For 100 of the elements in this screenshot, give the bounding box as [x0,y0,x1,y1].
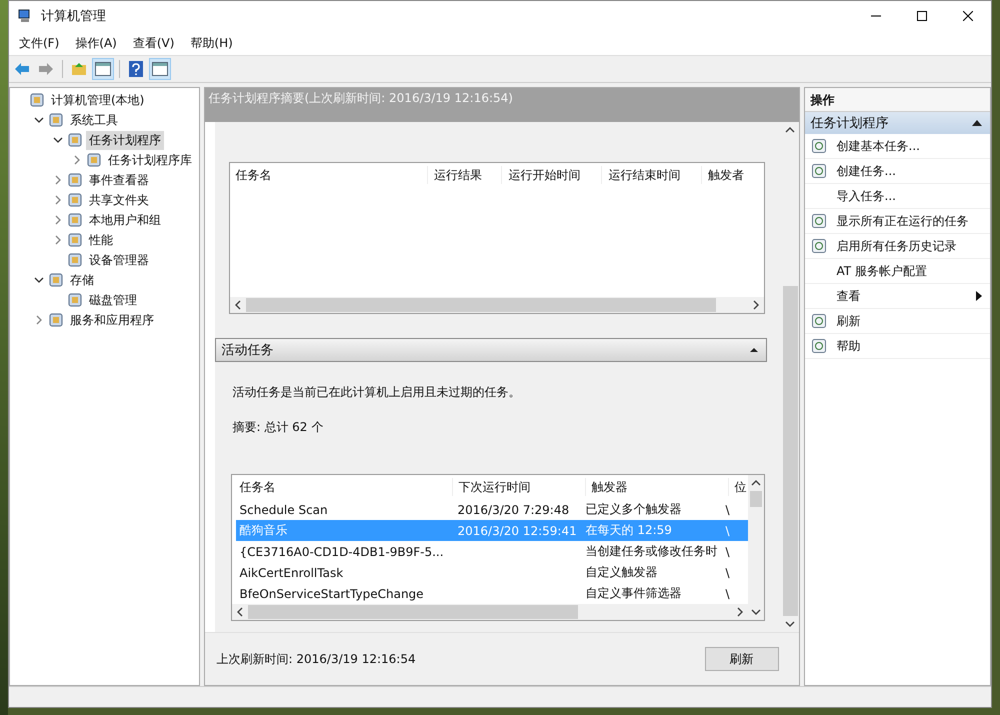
section-header[interactable]: 活动任务 [214,338,766,362]
last-refresh-text: 上次刷新时间: 2016/3/19 12:16:54 [216,650,416,668]
refresh-button[interactable]: 刷新 [704,647,778,671]
vertical-scrollbar[interactable] [748,475,764,620]
show-actions-button[interactable] [149,58,171,80]
table-cell-text: \ [724,586,731,600]
tree-node-icon [48,312,64,328]
tree-item[interactable]: 服务和应用程序 [67,310,157,330]
tree-item[interactable]: 性能 [86,230,116,250]
tree-item[interactable]: 系统工具 [67,110,121,130]
action-link[interactable]: 显示所有正在运行的任务 [836,212,990,230]
tree-item[interactable]: 事件查看器 [86,170,152,190]
scrollbar-thumb[interactable] [782,286,798,616]
tree-node-icon [67,212,83,228]
description-text: 活动任务是当前已在此计算机上启用且未过期的任务。 [232,384,522,401]
collapse-caret-icon[interactable] [53,175,63,185]
tree-node-icon [67,232,83,248]
collapse-caret-icon[interactable] [53,195,63,205]
horizontal-scrollbar[interactable] [232,604,748,620]
forward-arrow-icon [38,62,54,76]
table-cell-text: 酷狗音乐 [238,522,288,539]
collapse-icon[interactable] [972,120,982,126]
table-cell-text: \ [724,566,731,580]
column-header[interactable]: 触发器 [586,478,728,496]
tree-node-icon [48,272,64,288]
collapse-caret-icon[interactable] [53,235,63,245]
actions-title: 操作 [804,88,990,112]
table-row[interactable]: Schedule Scan 2016/3/20 7:29:48 已定义多个触发器 \ [236,499,748,520]
panel-icon [95,62,111,76]
action-icon [810,313,826,329]
tree-node-icon [86,152,102,168]
vertical-scrollbar[interactable] [782,122,798,632]
action-link[interactable]: 启用所有任务历史记录 [836,238,990,254]
collapse-caret-icon[interactable] [34,315,44,325]
section-header[interactable]: 任务计划程序 [804,112,990,134]
section-title: 活动任务 [222,342,274,359]
window-title: 计算机管理 [41,8,106,25]
scrollbar-thumb[interactable] [750,491,762,507]
collapse-caret-icon[interactable] [72,155,82,165]
table-row[interactable]: {CE3716A0-CD1D-4DB1-9B9F-5... 当创建任务或修改任务时 \ [236,541,748,562]
menu-item[interactable]: 文件(F) [11,34,68,52]
folder-icon [71,62,87,76]
scroll-left-icon [236,607,244,617]
scrollbar-thumb[interactable] [248,605,578,619]
tree-item[interactable]: 磁盘管理 [86,290,140,310]
scroll-down-icon [750,608,760,616]
column-header[interactable]: 运行开始时间 [502,166,602,184]
tree-item[interactable]: 设备管理器 [86,250,152,270]
column-header[interactable]: 运行结果 [428,166,502,184]
action-link[interactable]: 创建任务... [836,162,990,180]
menu-item[interactable]: 操作(A) [67,34,125,52]
panel-icon [152,62,168,76]
collapse-caret-icon[interactable] [53,215,63,225]
expand-caret-icon[interactable] [34,115,44,125]
action-link[interactable]: 刷新 [836,312,990,330]
tree-item[interactable]: 任务计划程序 [86,130,164,150]
close-icon [963,11,973,21]
column-header[interactable]: 下次运行时间 [452,478,586,496]
action-link[interactable]: 创建基本任务... [836,138,990,154]
column-header[interactable]: 运行结束时间 [602,166,702,184]
action-link[interactable]: 导入任务... [836,188,990,204]
tree-node-icon [67,252,83,268]
menu-item[interactable]: 查看(V) [124,34,182,52]
tree-item[interactable]: 计算机管理(本地) [48,90,148,110]
tree-node-icon [67,292,83,308]
table-cell-text: \ [724,524,731,538]
tree-item[interactable]: 本地用户和组 [86,210,164,230]
help-icon [129,61,143,77]
table-cell-text: \ [724,544,731,558]
action-link[interactable]: AT 服务帐户配置 [836,262,990,280]
table-cell-text: AikCertEnrollTask [238,566,344,580]
expand-caret-icon[interactable] [34,275,44,285]
show-tree-button[interactable] [92,58,114,80]
menu-item[interactable]: 帮助(H) [182,34,241,52]
table-cell-text: {CE3716A0-CD1D-4DB1-9B9F-5... [238,544,445,558]
tree-item[interactable]: 任务计划程序库 [105,150,195,170]
tree-item[interactable]: 共享文件夹 [86,190,152,210]
action-icon [810,338,826,354]
table-row[interactable]: BfeOnServiceStartTypeChange 自定义事件筛选器 \ [236,583,748,604]
scroll-right-icon [752,300,760,310]
table-cell-text: Schedule Scan [238,502,329,516]
column-header[interactable]: 触发者 [702,166,764,184]
tree-node-icon [48,112,64,128]
tree-node-icon [67,132,83,148]
horizontal-scrollbar[interactable] [230,297,764,313]
action-link[interactable]: 查看 [836,288,976,304]
scroll-left-icon [234,300,242,310]
table-cell-text: 2016/3/20 7:29:48 [456,502,570,516]
column-header[interactable]: 任务名 [230,166,428,184]
summary-text: 摘要: 总计 62 个 [232,419,324,436]
collapse-icon[interactable] [750,347,758,353]
scroll-down-icon [785,620,795,628]
scroll-up-icon [750,479,760,487]
expand-caret-icon[interactable] [53,135,63,145]
scrollbar-thumb[interactable] [246,298,716,312]
column-header[interactable]: 任务名 [234,478,452,496]
action-link[interactable]: 帮助 [836,338,990,354]
tree-item[interactable]: 存储 [67,270,97,290]
table-row[interactable]: AikCertEnrollTask 自定义触发器 \ [236,562,748,583]
action-icon [810,163,826,179]
